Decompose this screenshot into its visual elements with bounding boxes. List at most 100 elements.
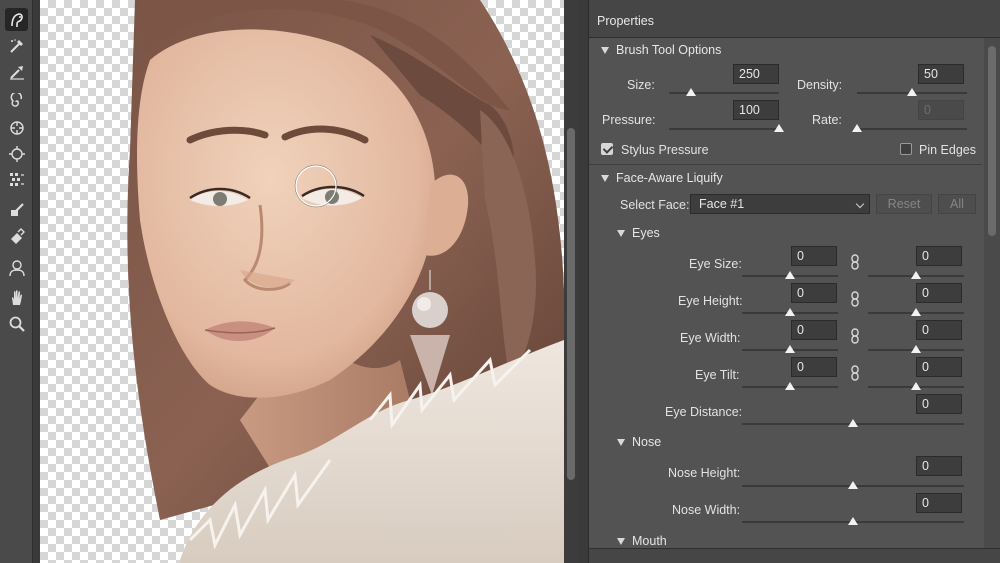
density-slider-knob[interactable] [907, 88, 917, 96]
eye-height-left-slider[interactable] [742, 308, 838, 317]
pin-edges-label: Pin Edges [919, 143, 976, 157]
density-label: Density: [797, 78, 843, 92]
nose-width-slider[interactable] [742, 517, 964, 526]
collapse-triangle-icon [601, 46, 609, 54]
eyes-heading: Eyes [632, 226, 660, 240]
eye-size-left-knob[interactable] [785, 271, 795, 279]
canvas-scrollbar[interactable] [564, 0, 578, 563]
eye-height-right-slider[interactable] [868, 308, 964, 317]
eye-distance-knob[interactable] [848, 419, 858, 427]
rate-slider-knob[interactable] [852, 124, 862, 132]
face-aware-heading: Face-Aware Liquify [616, 171, 723, 185]
eye-size-right-knob[interactable] [911, 271, 921, 279]
eye-tilt-left-field[interactable]: 0 [791, 357, 837, 377]
push-left-icon[interactable] [5, 168, 28, 191]
eye-tilt-right-slider[interactable] [868, 382, 964, 391]
eye-height-left-field[interactable]: 0 [791, 283, 837, 303]
eye-width-right-field[interactable]: 0 [916, 320, 962, 340]
nose-width-label: Nose Width: [672, 503, 741, 517]
panel-scroll-thumb[interactable] [988, 46, 996, 236]
panel-footer [589, 548, 1000, 563]
eye-height-left-knob[interactable] [785, 308, 795, 316]
density-field[interactable]: 50 [918, 64, 964, 84]
eye-width-label: Eye Width: [680, 331, 741, 345]
eye-distance-label: Eye Distance: [665, 405, 743, 419]
face-tool-icon[interactable] [5, 8, 28, 31]
select-face-dropdown[interactable]: Face #1 [690, 194, 870, 214]
pressure-label: Pressure: [602, 113, 656, 127]
pressure-slider-knob[interactable] [774, 124, 784, 132]
nose-toggle[interactable]: Nose [617, 435, 661, 449]
eye-width-left-field[interactable]: 0 [791, 320, 837, 340]
thaw-mask-icon[interactable] [5, 224, 28, 247]
zoom-icon[interactable] [5, 312, 28, 335]
eye-height-right-field[interactable]: 0 [916, 283, 962, 303]
liquify-toolbar [0, 0, 33, 563]
collapse-triangle-icon [617, 537, 625, 545]
eyes-toggle[interactable]: Eyes [617, 226, 660, 240]
stylus-pressure-label: Stylus Pressure [621, 143, 709, 157]
size-slider-knob[interactable] [686, 88, 696, 96]
pressure-slider[interactable] [669, 124, 784, 133]
properties-panel: Properties Brush Tool Options Size: 250 … [588, 0, 1000, 563]
density-slider[interactable] [857, 88, 967, 97]
panel-title: Properties [589, 0, 1000, 38]
image-canvas[interactable] [40, 0, 564, 563]
link-icon[interactable] [850, 365, 860, 381]
nose-heading: Nose [632, 435, 662, 449]
eye-width-left-knob[interactable] [785, 345, 795, 353]
canvas-scroll-thumb[interactable] [567, 128, 575, 480]
collapse-triangle-icon [617, 229, 625, 237]
eye-width-right-knob[interactable] [911, 345, 921, 353]
forward-warp-icon[interactable] [5, 34, 28, 57]
link-icon[interactable] [850, 291, 860, 307]
eye-height-right-knob[interactable] [911, 308, 921, 316]
size-slider[interactable] [669, 88, 779, 97]
eye-distance-slider[interactable] [742, 419, 964, 428]
eye-distance-field[interactable]: 0 [916, 394, 962, 414]
stylus-pressure-checkbox[interactable] [601, 143, 613, 155]
eye-size-left-field[interactable]: 0 [791, 246, 837, 266]
eye-size-left-slider[interactable] [742, 271, 838, 280]
eye-width-right-slider[interactable] [868, 345, 964, 354]
mouth-toggle[interactable]: Mouth [617, 534, 667, 548]
eye-tilt-right-knob[interactable] [911, 382, 921, 390]
eye-width-left-slider[interactable] [742, 345, 838, 354]
twirl-icon[interactable] [5, 90, 28, 113]
eye-size-label: Eye Size: [689, 257, 742, 271]
link-icon[interactable] [850, 254, 860, 270]
section-divider [589, 164, 982, 165]
pucker-icon[interactable] [5, 116, 28, 139]
collapse-triangle-icon [601, 174, 609, 182]
brush-options-toggle[interactable]: Brush Tool Options [601, 43, 721, 57]
nose-height-field[interactable]: 0 [916, 456, 962, 476]
rate-slider[interactable] [852, 124, 967, 133]
pin-edges-checkbox[interactable] [900, 143, 912, 155]
reconstruct-icon[interactable] [5, 60, 28, 83]
all-button[interactable]: All [938, 194, 976, 214]
nose-height-knob[interactable] [848, 481, 858, 489]
hand-icon[interactable] [5, 286, 28, 309]
pressure-field[interactable]: 100 [733, 100, 779, 120]
rate-field[interactable]: 0 [918, 100, 964, 120]
nose-width-knob[interactable] [848, 517, 858, 525]
face-aware-toggle[interactable]: Face-Aware Liquify [601, 171, 723, 185]
nose-height-slider[interactable] [742, 481, 964, 490]
bloat-icon[interactable] [5, 142, 28, 165]
eye-tilt-left-slider[interactable] [742, 382, 838, 391]
link-icon[interactable] [850, 328, 860, 344]
nose-width-field[interactable]: 0 [916, 493, 962, 513]
eye-tilt-label: Eye Tilt: [695, 368, 740, 382]
chevron-down-icon [855, 199, 865, 209]
size-field[interactable]: 250 [733, 64, 779, 84]
reset-button[interactable]: Reset [876, 194, 932, 214]
panel-scrollbar[interactable] [984, 38, 1000, 548]
eye-size-right-slider[interactable] [868, 271, 964, 280]
face-icon[interactable] [5, 256, 28, 279]
portrait-illustration [127, 0, 564, 563]
eye-tilt-left-knob[interactable] [785, 382, 795, 390]
freeze-mask-icon[interactable] [5, 198, 28, 221]
select-face-label: Select Face: [620, 198, 690, 212]
eye-size-right-field[interactable]: 0 [916, 246, 962, 266]
eye-tilt-right-field[interactable]: 0 [916, 357, 962, 377]
